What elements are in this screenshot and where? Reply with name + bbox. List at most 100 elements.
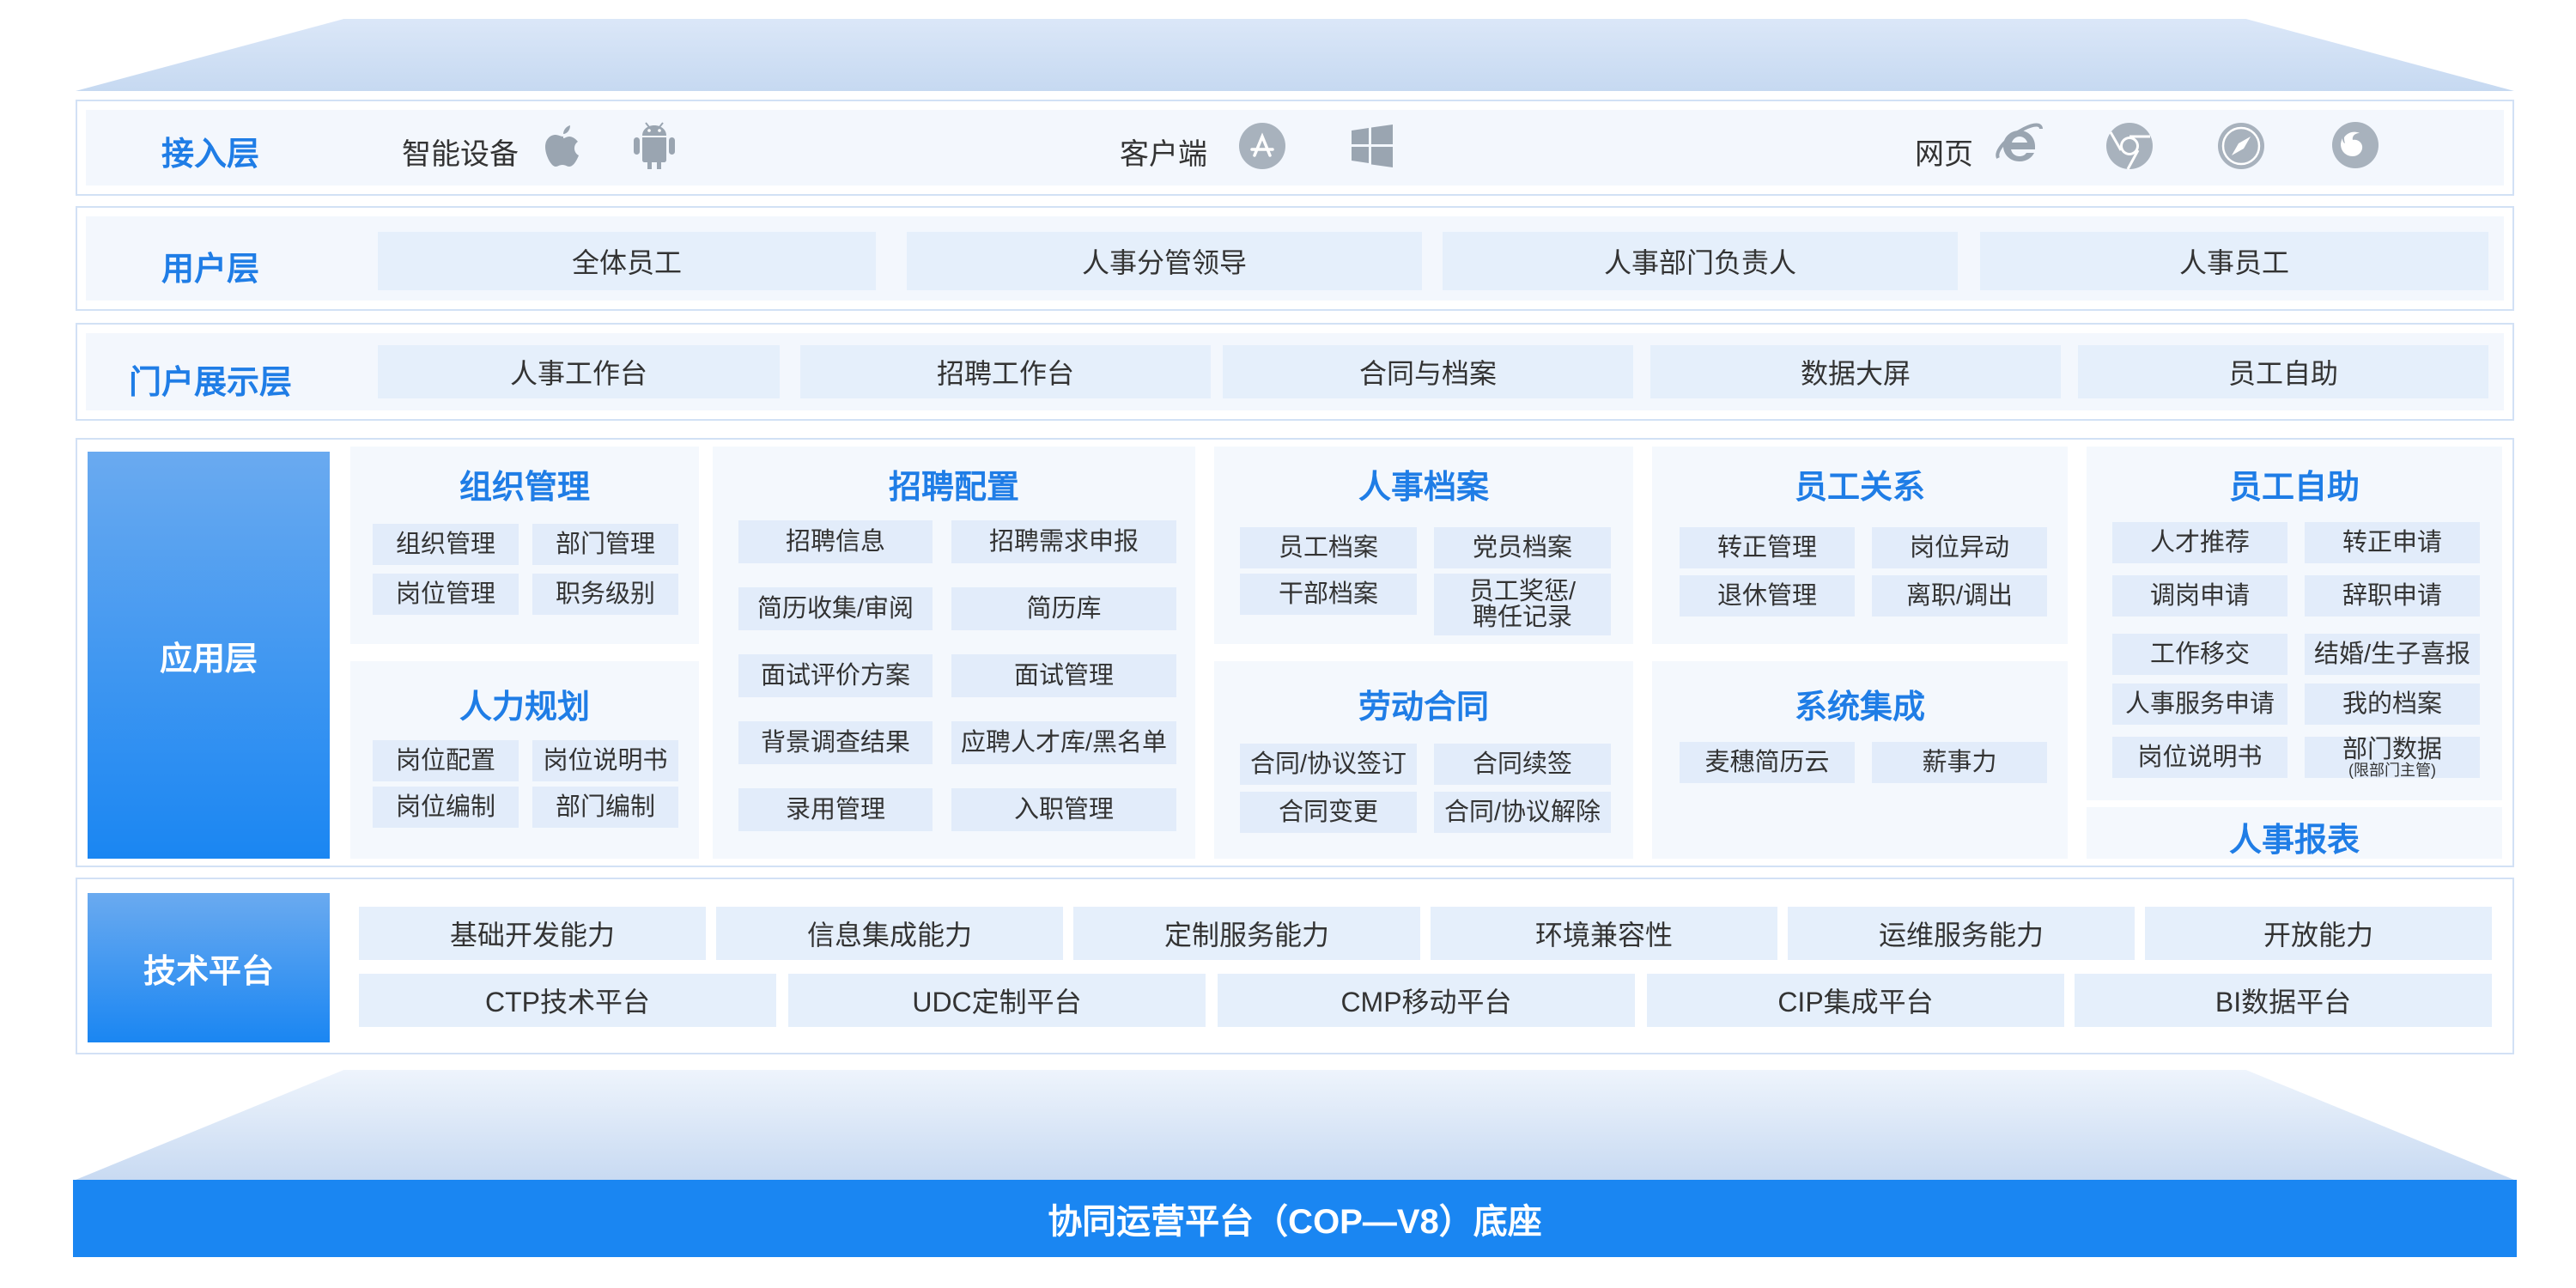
module-item-line: 部门数据 [2342, 735, 2442, 763]
access-group-label: 智能设备 [402, 138, 519, 171]
module-item: 退休管理 [1680, 575, 1855, 617]
tech-layer-title: 技术平台 [88, 893, 330, 1042]
chrome-icon [2104, 120, 2155, 172]
module-item: 部门数据 (限部门主管) [2305, 735, 2480, 780]
app-store-icon [1236, 120, 1288, 172]
module-item-line: 员工奖惩/ [1468, 577, 1577, 605]
module-item-line: 聘任记录 [1472, 604, 1572, 631]
access-group-label: 网页 [1915, 138, 1973, 171]
portal-item: 数据大屏 [1650, 345, 2061, 398]
module-item: 党员档案 [1434, 527, 1611, 568]
module-title: 劳动合同 [1358, 690, 1489, 726]
module-title: 人力规划 [459, 690, 590, 726]
android-icon [627, 118, 682, 173]
user-role-item: 人事部门负责人 [1443, 232, 1958, 290]
app-layer-title: 应用层 [88, 452, 330, 859]
user-role-item: 人事分管领导 [907, 232, 1422, 290]
module-item: 员工奖惩/ 聘任记录 [1434, 574, 1611, 635]
module-org: 组织管理 组织管理 部门管理 岗位管理 职务级别 [350, 447, 699, 644]
module-relation: 员工关系 转正管理 岗位异动 退休管理 离职/调出 [1652, 447, 2068, 644]
module-item: 岗位编制 [373, 787, 519, 828]
capability-item: 基础开发能力 [359, 907, 706, 960]
module-item: 离职/调出 [1872, 575, 2047, 617]
user-layer-title: 用户层 [161, 252, 259, 288]
module-item: 薪事力 [1872, 742, 2047, 783]
module-archive: 人事档案 员工档案 党员档案 干部档案 员工奖惩/ 聘任记录 [1214, 447, 1633, 644]
module-title: 人事报表 [2228, 823, 2360, 859]
module-title: 招聘配置 [888, 470, 1019, 506]
module-item: 职务级别 [532, 574, 678, 615]
module-item: 合同/协议解除 [1434, 792, 1611, 833]
capability-item: 环境兼容性 [1431, 907, 1777, 960]
module-item: 组织管理 [373, 524, 519, 565]
module-item: 简历收集/审阅 [738, 587, 933, 630]
capability-item: 运维服务能力 [1788, 907, 2135, 960]
module-item: 工作移交 [2112, 634, 2287, 675]
module-item: 岗位配置 [373, 740, 519, 781]
module-item: 人才推荐 [2112, 522, 2287, 563]
module-hr-plan: 人力规划 岗位配置 岗位说明书 岗位编制 部门编制 [350, 661, 699, 859]
user-role-item: 人事员工 [1980, 232, 2488, 290]
user-role-item: 全体员工 [378, 232, 876, 290]
module-contract: 劳动合同 合同/协议签订 合同续签 合同变更 合同/协议解除 [1214, 661, 1633, 859]
module-item: 合同变更 [1240, 792, 1417, 833]
module-title: 员工自助 [2228, 470, 2360, 506]
module-title: 系统集成 [1794, 690, 1925, 726]
portal-item: 人事工作台 [378, 345, 780, 398]
module-item: 调岗申请 [2112, 575, 2287, 617]
module-item: 转正申请 [2305, 522, 2480, 563]
ie-icon [1992, 118, 2047, 173]
module-item: 背景调查结果 [738, 721, 933, 764]
module-integration: 系统集成 麦穗简历云 薪事力 [1652, 661, 2068, 859]
module-item: 入职管理 [951, 788, 1176, 831]
module-item: 岗位管理 [373, 574, 519, 615]
module-item: 合同续签 [1434, 744, 1611, 785]
module-item: 录用管理 [738, 788, 933, 831]
module-item: 员工档案 [1240, 527, 1417, 568]
base-platform-bar: 协同运营平台（COP—V8）底座 [73, 1180, 2517, 1257]
module-item-note: (限部门主管) [2348, 762, 2436, 780]
module-item: 岗位异动 [1872, 527, 2047, 568]
capability-item: 开放能力 [2145, 907, 2492, 960]
module-report: 人事报表 [2087, 807, 2502, 859]
module-item: 简历库 [951, 587, 1176, 630]
module-self-service: 员工自助 人才推荐 转正申请 调岗申请 辞职申请 工作移交 结婚/生子喜报 人事… [2087, 447, 2502, 800]
module-item: 我的档案 [2305, 683, 2480, 725]
access-group-label: 客户端 [1120, 138, 1207, 171]
module-title: 人事档案 [1358, 470, 1489, 506]
module-item: 面试管理 [951, 654, 1176, 697]
platform-item: CMP移动平台 [1218, 974, 1635, 1027]
portal-item: 招聘工作台 [800, 345, 1211, 398]
capability-item: 信息集成能力 [716, 907, 1063, 960]
module-item: 应聘人才库/黑名单 [951, 721, 1176, 764]
module-item: 招聘信息 [738, 520, 933, 563]
module-item: 招聘需求申报 [951, 520, 1176, 563]
module-item: 岗位说明书 [2112, 737, 2287, 778]
module-item: 部门管理 [532, 524, 678, 565]
module-item: 结婚/生子喜报 [2305, 634, 2480, 675]
portal-item: 合同与档案 [1223, 345, 1633, 398]
module-title: 组织管理 [459, 470, 590, 506]
platform-item: CIP集成平台 [1647, 974, 2064, 1027]
module-item: 转正管理 [1680, 527, 1855, 568]
safari-icon [2215, 120, 2267, 172]
module-title: 员工关系 [1794, 470, 1925, 506]
module-item: 面试评价方案 [738, 654, 933, 697]
module-item: 人事服务申请 [2112, 683, 2287, 725]
windows-icon [1348, 122, 1396, 170]
apple-icon [539, 118, 587, 173]
top-platform-decoration [76, 19, 2514, 91]
bottom-platform-decoration [76, 1070, 2514, 1180]
module-item: 辞职申请 [2305, 575, 2480, 617]
module-recruit: 招聘配置 招聘信息 招聘需求申报 简历收集/审阅 简历库 面试评价方案 面试管理… [713, 447, 1195, 859]
platform-item: CTP技术平台 [359, 974, 776, 1027]
module-item: 岗位说明书 [532, 740, 678, 781]
module-item: 部门编制 [532, 787, 678, 828]
platform-item: BI数据平台 [2075, 974, 2492, 1027]
platform-item: UDC定制平台 [788, 974, 1206, 1027]
firefox-icon [2329, 118, 2382, 172]
module-item: 合同/协议签订 [1240, 744, 1417, 785]
tech-layer [76, 878, 2514, 1054]
capability-item: 定制服务能力 [1073, 907, 1420, 960]
module-item: 麦穗简历云 [1680, 742, 1855, 783]
